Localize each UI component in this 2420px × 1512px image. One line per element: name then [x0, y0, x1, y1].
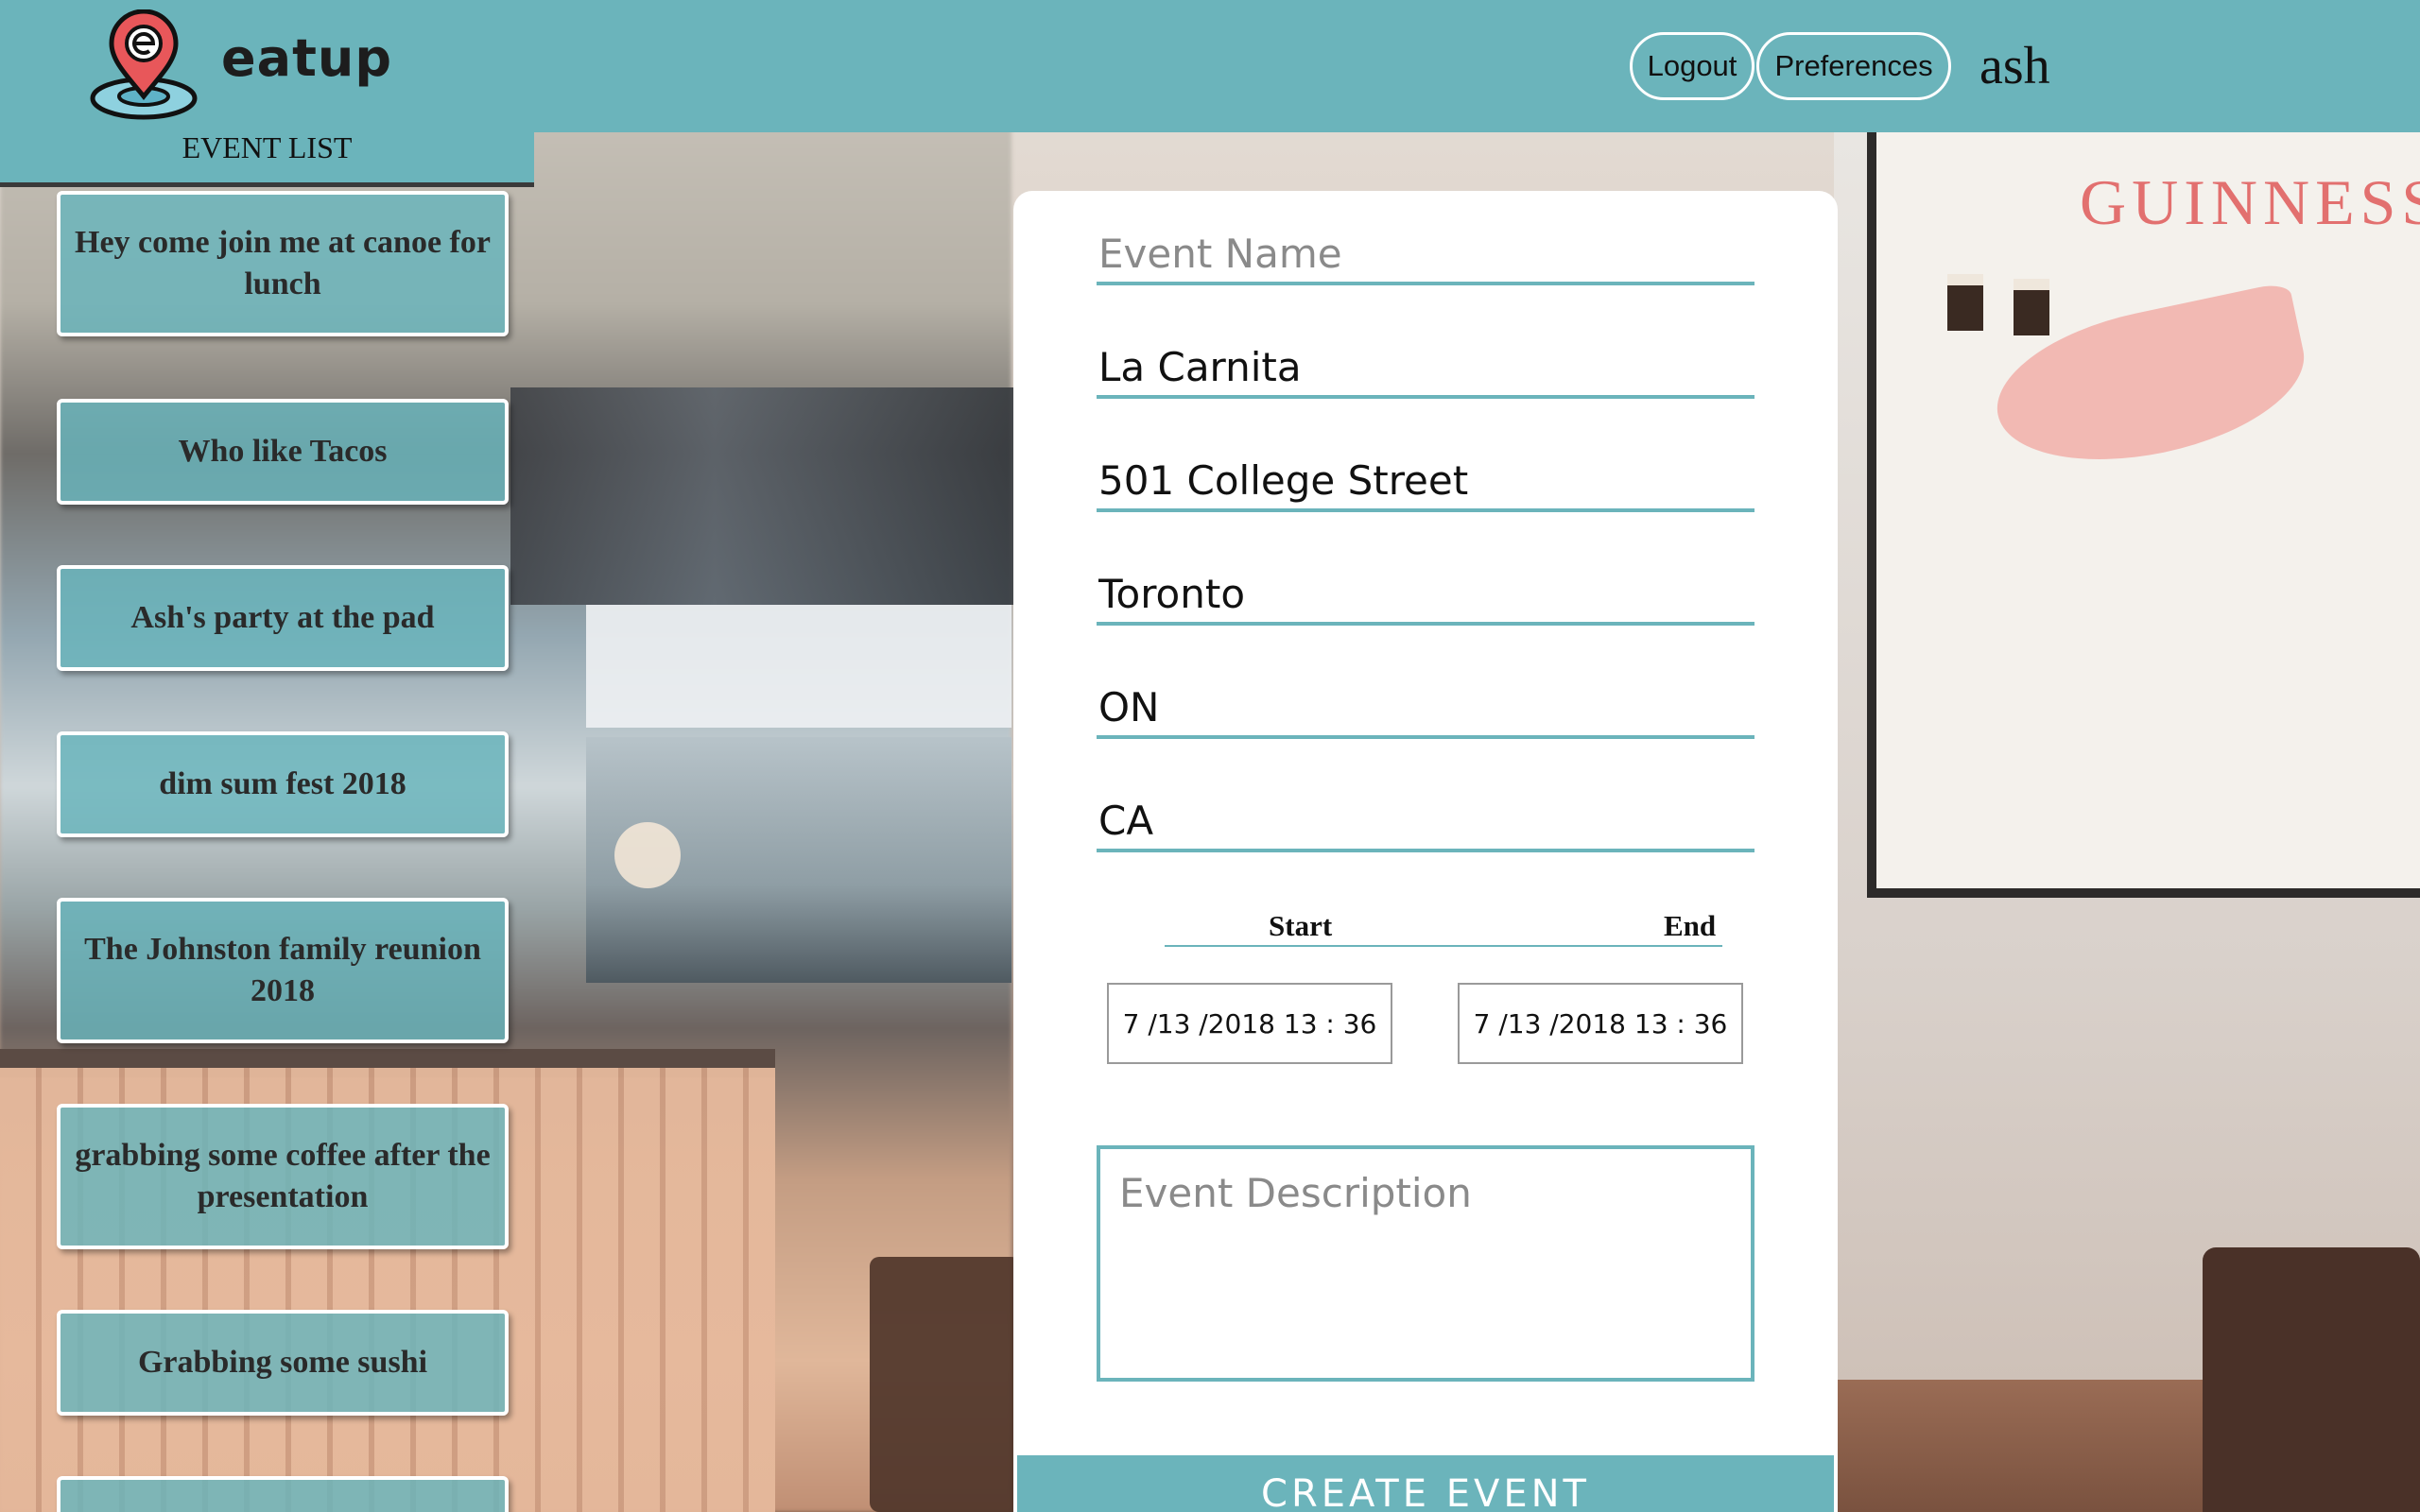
event-card[interactable]: Ash's party at the pad [57, 565, 509, 671]
venue-input[interactable] [1097, 338, 1754, 399]
end-label: End [1664, 909, 1717, 942]
datetime-labels: Start End [1165, 909, 1722, 947]
city-input[interactable] [1097, 565, 1754, 626]
start-datetime-input[interactable]: 7 /13 /2018 13 : 36 [1107, 983, 1392, 1064]
create-event-button[interactable]: CREATE EVENT [1017, 1455, 1834, 1512]
event-list-title: EVENT LIST [0, 130, 534, 187]
event-card[interactable]: Who like Tacos [57, 399, 509, 505]
poster-text: GUINNESS [2080, 166, 2420, 238]
create-event-form: Start End 7 /13 /2018 13 : 36 7 /13 /201… [1013, 191, 1838, 1512]
brand-name[interactable]: eatup [221, 28, 392, 88]
event-card[interactable]: The Johnston family reunion 2018 [57, 898, 509, 1043]
end-datetime-input[interactable]: 7 /13 /2018 13 : 36 [1458, 983, 1743, 1064]
province-input[interactable] [1097, 679, 1754, 739]
event-card[interactable]: Grabbing some sushi [57, 1310, 509, 1416]
event-card[interactable]: grabbing some coffee after the presentat… [57, 1104, 509, 1249]
logout-button[interactable]: Logout [1630, 32, 1754, 100]
country-input[interactable] [1097, 792, 1754, 852]
address-input[interactable] [1097, 452, 1754, 512]
username-label: ash [1979, 37, 2050, 95]
location-pin-logo-icon[interactable] [87, 9, 200, 123]
event-name-input[interactable] [1097, 225, 1754, 285]
start-label: Start [1269, 909, 1333, 942]
event-list-title-text: EVENT LIST [182, 130, 353, 164]
event-card[interactable] [57, 1476, 509, 1512]
top-header: eatup Logout Preferences ash [0, 0, 2420, 132]
event-description-textarea[interactable] [1097, 1145, 1754, 1382]
preferences-button[interactable]: Preferences [1756, 32, 1951, 100]
event-card[interactable]: Hey come join me at canoe for lunch [57, 191, 509, 336]
event-card[interactable]: dim sum fest 2018 [57, 731, 509, 837]
